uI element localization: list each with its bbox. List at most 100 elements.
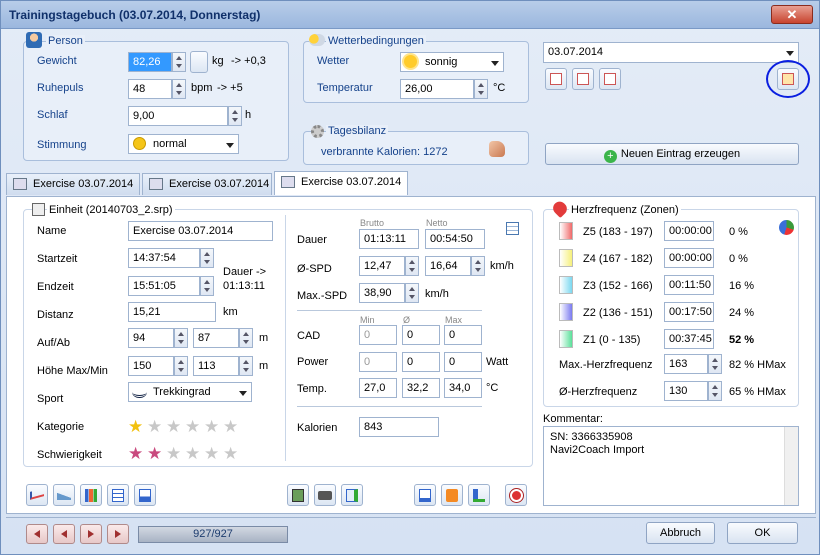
star-icon[interactable]: ★: [223, 445, 238, 462]
ascent-spinner[interactable]: [174, 328, 188, 348]
pie-chart-icon[interactable]: [779, 220, 794, 235]
cad-avg[interactable]: 0: [402, 325, 440, 345]
descent-spinner[interactable]: [239, 328, 253, 348]
temperature-spinner[interactable]: [474, 79, 488, 99]
duration-brutto[interactable]: 01:13:11: [359, 229, 419, 249]
tab-exercise-3[interactable]: Exercise 03.07.2014: [274, 171, 408, 195]
star-icon[interactable]: ★: [223, 418, 238, 435]
temp-max[interactable]: 34,0: [444, 378, 482, 398]
temp-avg[interactable]: 32,2: [402, 378, 440, 398]
sleep-spinner[interactable]: [228, 106, 242, 126]
comment-scrollbar[interactable]: [784, 427, 798, 505]
zone-time[interactable]: 00:11:50: [664, 275, 714, 295]
end-input[interactable]: 15:51:05: [128, 276, 200, 296]
sleep-input[interactable]: 9,00: [128, 106, 228, 126]
calendar-today-icon[interactable]: [572, 68, 594, 90]
height-max-input[interactable]: 150: [128, 356, 174, 376]
max-header: Max: [445, 315, 463, 325]
duration-netto[interactable]: 00:54:50: [425, 229, 485, 249]
speed-brutto-spinner[interactable]: [405, 256, 419, 276]
cancel-button[interactable]: Abbruch: [646, 522, 715, 544]
start-input[interactable]: 14:37:54: [128, 248, 200, 268]
star-icon[interactable]: ★: [166, 418, 181, 435]
ascent-input[interactable]: 94: [128, 328, 174, 348]
distance-input[interactable]: 15,21: [128, 302, 216, 322]
ok-button[interactable]: OK: [727, 522, 798, 544]
export-icon[interactable]: [341, 484, 363, 506]
height-max-spinner[interactable]: [174, 356, 188, 376]
max-hr-spinner[interactable]: [708, 354, 722, 374]
chart-add-icon[interactable]: [468, 484, 490, 506]
table-icon[interactable]: [506, 222, 519, 235]
speed-netto[interactable]: 16,64: [425, 256, 471, 276]
power-min[interactable]: 0: [359, 352, 397, 372]
pulse-spinner[interactable]: [172, 79, 186, 99]
prev-record-button[interactable]: [53, 524, 75, 544]
zone-swatch: [559, 330, 573, 348]
descent-input[interactable]: 87: [193, 328, 239, 348]
calendar-next-icon[interactable]: [599, 68, 621, 90]
close-button[interactable]: ✕: [771, 5, 813, 24]
zone-time[interactable]: 00:37:45: [664, 329, 714, 349]
max-speed-input[interactable]: 38,90: [359, 283, 405, 303]
date-select[interactable]: 03.07.2014: [543, 42, 799, 63]
new-entry-button[interactable]: + Neuen Eintrag erzeugen: [545, 143, 799, 165]
zone-time[interactable]: 00:00:00: [664, 248, 714, 268]
thumb-icon[interactable]: [489, 141, 505, 157]
device-icon[interactable]: [314, 484, 336, 506]
next-record-button[interactable]: [80, 524, 102, 544]
speed-brutto[interactable]: 12,47: [359, 256, 405, 276]
bar-chart-icon[interactable]: [80, 484, 102, 506]
zone-time[interactable]: 00:17:50: [664, 302, 714, 322]
last-record-button[interactable]: [107, 524, 129, 544]
comment-textarea[interactable]: SN: 3366335908 Navi2Coach Import: [543, 426, 799, 506]
star-icon[interactable]: ★: [147, 445, 162, 462]
speed-netto-spinner[interactable]: [471, 256, 485, 276]
temperature-input[interactable]: 26,00: [400, 79, 474, 99]
stats-icon[interactable]: [134, 484, 156, 506]
start-spinner[interactable]: [200, 248, 214, 268]
cad-max[interactable]: 0: [444, 325, 482, 345]
temp-min[interactable]: 27,0: [359, 378, 397, 398]
table-view-icon[interactable]: [107, 484, 129, 506]
power-avg[interactable]: 0: [402, 352, 440, 372]
zone-label: Z2 (136 - 151): [583, 307, 653, 319]
star-icon[interactable]: ★: [185, 445, 200, 462]
save-icon[interactable]: [414, 484, 436, 506]
profile-chart-icon[interactable]: [53, 484, 75, 506]
pulse-input[interactable]: 48: [128, 79, 172, 99]
tab-exercise-2[interactable]: Exercise 03.07.2014: [142, 173, 272, 195]
star-icon[interactable]: ★: [128, 445, 143, 462]
weight-input[interactable]: 82,26: [128, 52, 172, 72]
star-icon[interactable]: ★: [185, 418, 200, 435]
weight-label: Gewicht: [37, 55, 77, 67]
weight-spinner[interactable]: [172, 52, 186, 72]
rss-icon[interactable]: [441, 484, 463, 506]
max-speed-spinner[interactable]: [405, 283, 419, 303]
calculator-icon[interactable]: [190, 51, 208, 73]
name-input[interactable]: Exercise 03.07.2014: [128, 221, 273, 241]
tab-exercise-1[interactable]: Exercise 03.07.2014: [6, 173, 140, 195]
kcal-input[interactable]: 843: [359, 417, 439, 437]
delete-icon[interactable]: [505, 484, 527, 506]
star-icon[interactable]: ★: [147, 418, 162, 435]
height-min-input[interactable]: 113: [193, 356, 239, 376]
cad-min[interactable]: 0: [359, 325, 397, 345]
zone-time[interactable]: 00:00:00: [664, 221, 714, 241]
map-icon[interactable]: [287, 484, 309, 506]
smiley-icon: [133, 137, 146, 150]
end-spinner[interactable]: [200, 276, 214, 296]
height-min-spinner[interactable]: [239, 356, 253, 376]
star-icon[interactable]: ★: [204, 445, 219, 462]
star-icon[interactable]: ★: [166, 445, 181, 462]
max-hr-input[interactable]: 163: [664, 354, 708, 374]
star-icon[interactable]: ★: [128, 418, 143, 435]
power-max[interactable]: 0: [444, 352, 482, 372]
avg-hr-spinner[interactable]: [708, 381, 722, 401]
track-icon[interactable]: [26, 484, 48, 506]
calendar-prev-icon[interactable]: [545, 68, 567, 90]
calendar-edit-icon[interactable]: [777, 68, 799, 90]
star-icon[interactable]: ★: [204, 418, 219, 435]
first-record-button[interactable]: [26, 524, 48, 544]
avg-hr-input[interactable]: 130: [664, 381, 708, 401]
